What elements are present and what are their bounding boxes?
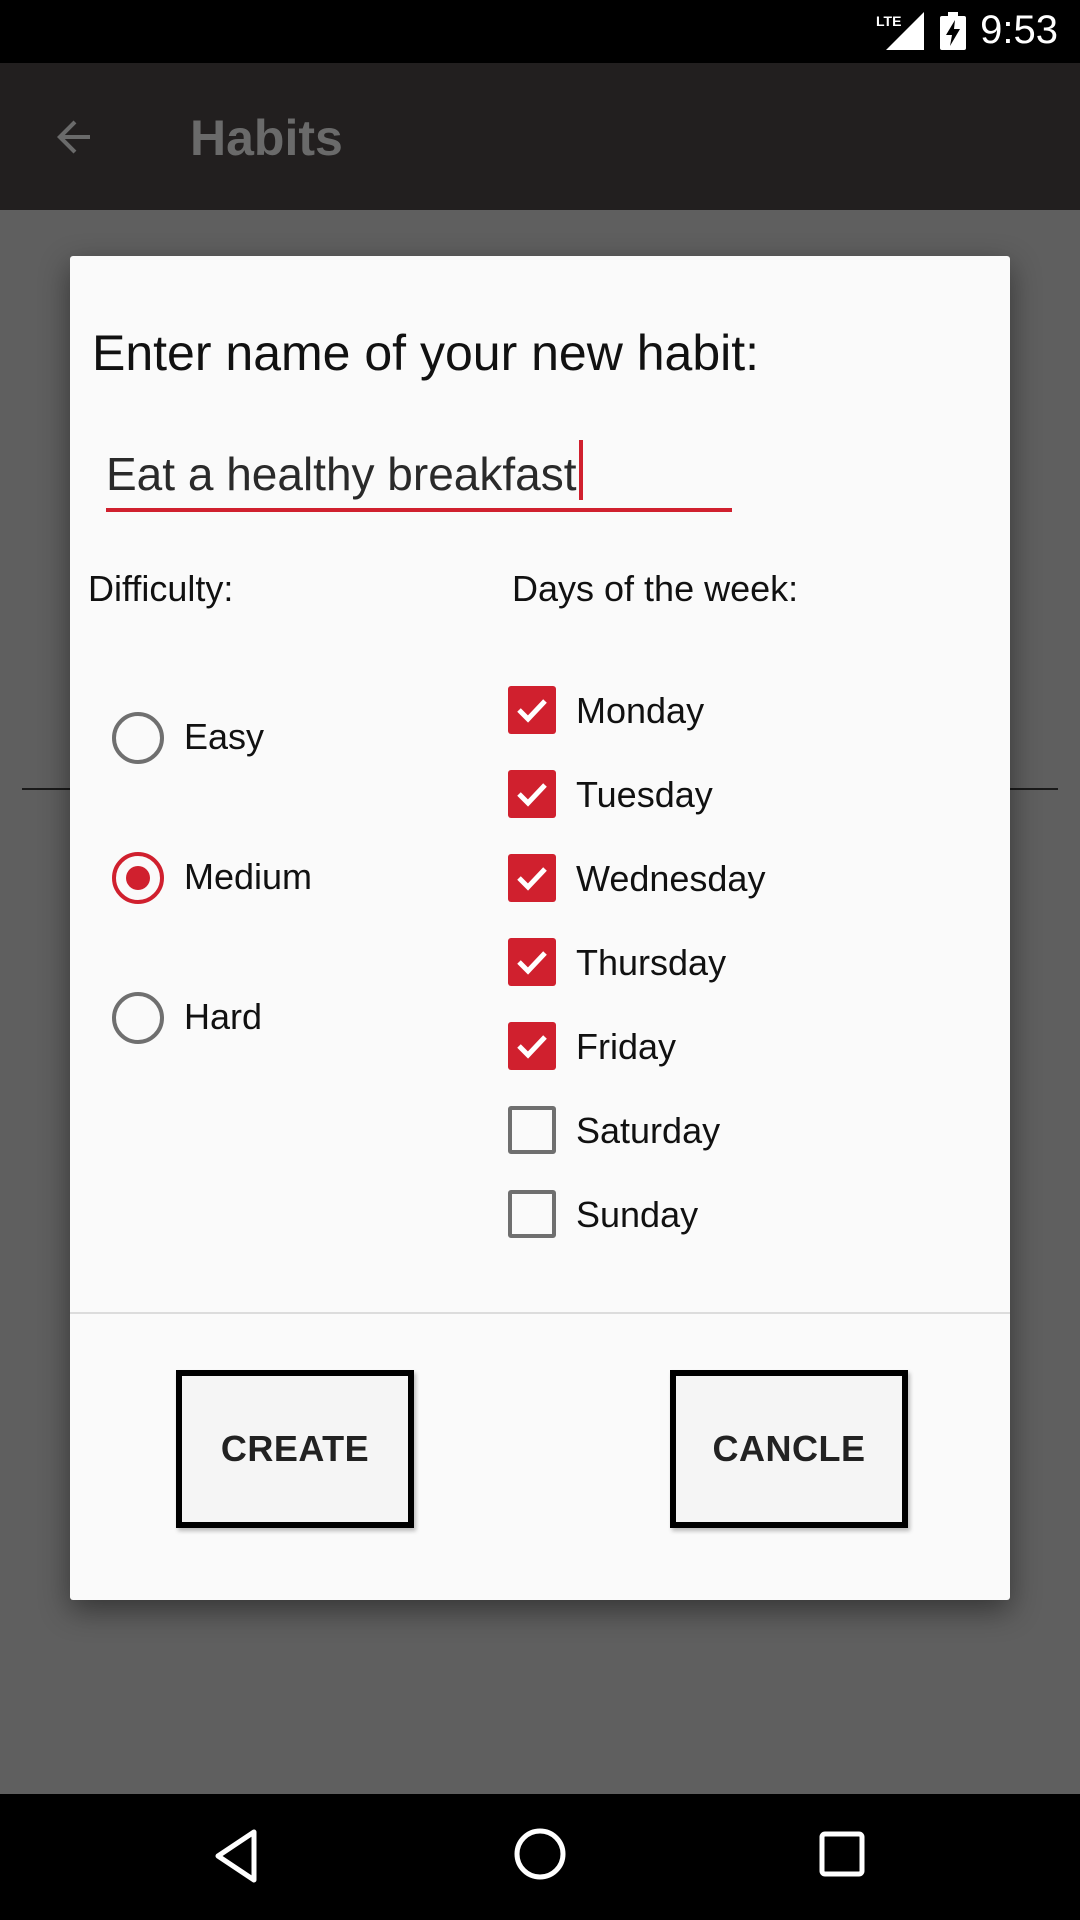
radio-button-unchecked[interactable] [112, 992, 164, 1044]
checkbox-label: Wednesday [576, 858, 766, 899]
page-title: Habits [190, 110, 343, 166]
checkbox-checked-icon[interactable] [508, 854, 556, 902]
lte-signal-icon: LTE [876, 12, 924, 50]
create-button[interactable]: CREATE [176, 1370, 414, 1528]
system-nav-bar [0, 1794, 1080, 1920]
radio-hard[interactable]: Hard [112, 990, 472, 1050]
checkbox-label: Monday [576, 690, 705, 731]
checkbox-monday[interactable]: Monday [508, 686, 928, 742]
checkbox-label: Saturday [576, 1110, 721, 1151]
checkbox-checked-icon[interactable] [508, 770, 556, 818]
radio-easy[interactable]: Easy [112, 710, 472, 770]
difficulty-label: Difficulty: [88, 568, 234, 609]
checkbox-label: Tuesday [576, 774, 713, 815]
checkbox-label: Friday [576, 1026, 677, 1067]
checkbox-unchecked-icon[interactable] [508, 1106, 556, 1154]
checkbox-friday[interactable]: Friday [508, 1022, 928, 1078]
checkbox-label: Sunday [576, 1194, 699, 1235]
arrow-back-icon[interactable] [50, 113, 98, 161]
radio-label: Easy [184, 716, 265, 757]
checkbox-thursday[interactable]: Thursday [508, 938, 928, 994]
checkbox-checked-icon[interactable] [508, 686, 556, 734]
radio-label: Medium [184, 856, 313, 897]
back-triangle-icon[interactable] [212, 1828, 260, 1884]
text-caret [578, 440, 583, 500]
new-habit-dialog: Enter name of your new habit: Eat a heal… [70, 256, 1010, 1600]
recents-square-icon[interactable] [818, 1830, 866, 1878]
dialog-prompt: Enter name of your new habit: [92, 325, 760, 381]
svg-text:LTE: LTE [876, 13, 901, 29]
checkbox-sunday[interactable]: Sunday [508, 1190, 928, 1246]
checkbox-unchecked-icon[interactable] [508, 1190, 556, 1238]
home-circle-icon[interactable] [512, 1826, 568, 1882]
checkbox-wednesday[interactable]: Wednesday [508, 854, 928, 910]
radio-button-checked[interactable] [112, 852, 164, 904]
checkbox-saturday[interactable]: Saturday [508, 1106, 928, 1162]
habit-name-value: Eat a healthy breakfast [106, 448, 577, 500]
habit-name-input[interactable]: Eat a healthy breakfast [106, 436, 732, 512]
battery-charging-icon [940, 12, 966, 50]
checkbox-checked-icon[interactable] [508, 938, 556, 986]
checkbox-label: Thursday [576, 942, 727, 983]
checkbox-checked-icon[interactable] [508, 1022, 556, 1070]
status-bar: LTE 9:53 [0, 0, 1080, 63]
app-bar: Habits [0, 63, 1080, 210]
background-divider-left [22, 788, 74, 790]
radio-label: Hard [184, 996, 263, 1037]
cancel-button[interactable]: CANCLE [670, 1370, 908, 1528]
radio-medium[interactable]: Medium [112, 850, 472, 910]
radio-button-unchecked[interactable] [112, 712, 164, 764]
background-divider-right [1008, 788, 1058, 790]
clock: 9:53 [980, 8, 1058, 52]
days-of-week-label: Days of the week: [512, 568, 799, 609]
dialog-divider [70, 1312, 1010, 1314]
checkbox-tuesday[interactable]: Tuesday [508, 770, 928, 826]
